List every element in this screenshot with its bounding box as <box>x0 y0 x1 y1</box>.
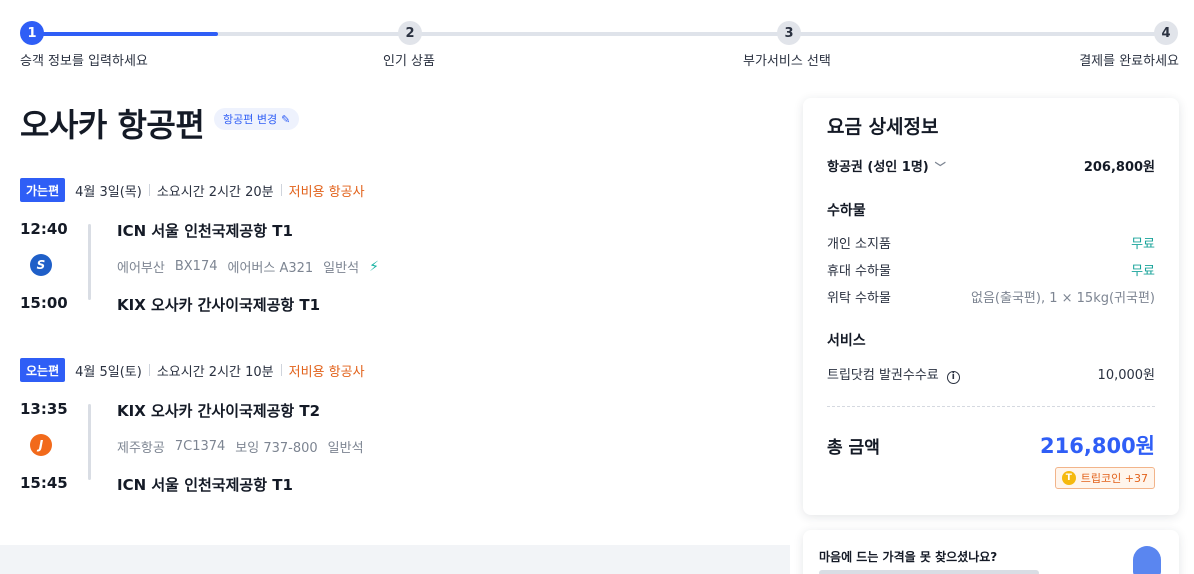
inbound-aircraft: 보잉 737-800 <box>235 441 318 456</box>
baggage-title: 수하물 <box>827 203 866 219</box>
coin-icon: T <box>1061 471 1076 485</box>
step-3-label: 부가서비스 선택 <box>743 54 831 69</box>
service-value: 10,000원 <box>1097 368 1155 384</box>
baggage-label: 휴대 수하물 <box>827 264 891 279</box>
bottom-section-background <box>0 545 790 574</box>
service-row: 트립닷컴 발권수수료 i 10,000원 <box>827 364 1155 384</box>
inbound-badge: 오는편 <box>20 358 66 382</box>
baggage-row: 휴대 수하물 무료 <box>827 260 1155 279</box>
stepper-progress-fill <box>32 32 218 36</box>
lightning-icon: ⚡ <box>369 258 379 275</box>
outbound-airline: 에어부산 <box>117 261 165 276</box>
baggage-value: 무료 <box>1131 237 1155 252</box>
baggage-row: 개인 소지품 무료 <box>827 233 1155 252</box>
trip-coin-badge: T 트립코인 +37 <box>1054 467 1155 489</box>
step-3-dot: 3 <box>777 21 801 45</box>
step-1-dot: 1 <box>20 21 44 45</box>
chevron-down-icon: ﹀ <box>934 161 946 174</box>
inbound-arrival-time: 15:45 <box>20 474 68 492</box>
outbound-flight: 가는편 4월 3일(목) 소요시간 2시간 20분 저비용 항공사 12:40 … <box>20 178 780 324</box>
inbound-carrier-type: 저비용 항공사 <box>288 364 365 380</box>
outbound-arrival-airport: KIX 오사카 간사이국제공항 T1 <box>117 296 321 314</box>
bell-icon <box>1133 546 1161 574</box>
inbound-airline: 제주항공 <box>117 441 165 456</box>
inbound-cabin: 일반석 <box>327 441 364 456</box>
route-line <box>88 224 91 300</box>
jeju-air-logo-icon: J <box>30 434 52 456</box>
divider <box>280 364 282 376</box>
service-title: 서비스 <box>827 333 866 349</box>
price-alert-promo[interactable]: 마음에 드는 가격을 못 찾으셨나요? <box>803 530 1179 574</box>
coin-label: 트립코인 +37 <box>1080 472 1148 485</box>
route-line <box>88 404 91 480</box>
step-4-label: 결제를 완료하세요 <box>1079 54 1179 69</box>
info-icon[interactable]: i <box>946 370 960 384</box>
step-4-dot: 4 <box>1154 21 1178 45</box>
baggage-value: 없음(출국편), 1 × 15kg(귀국편) <box>971 291 1155 306</box>
divider <box>148 184 150 196</box>
step-2-dot: 2 <box>398 21 422 45</box>
ticket-row[interactable]: 항공권 (성인 1명) ﹀ 206,800원 <box>827 156 1155 175</box>
pencil-icon: ✎ <box>281 112 291 126</box>
air-busan-logo-icon: S <box>30 254 52 276</box>
outbound-flight-number: BX174 <box>174 259 218 274</box>
ticket-value: 206,800원 <box>1083 160 1155 175</box>
fare-details-panel: 요금 상세정보 항공권 (성인 1명) ﹀ 206,800원 수하물 개인 소지품… <box>803 98 1179 515</box>
page-title: 오사카 항공편 <box>20 106 205 144</box>
inbound-flight-number: 7C1374 <box>174 439 226 454</box>
inbound-departure-time: 13:35 <box>20 400 68 418</box>
inbound-date: 4월 5일(토) <box>75 364 142 380</box>
outbound-departure-time: 12:40 <box>20 220 68 238</box>
baggage-value: 무료 <box>1131 264 1155 279</box>
service-label: 트립닷컴 발권수수료 <box>827 368 939 383</box>
progress-stepper: 1 2 3 4 승객 정보를 입력하세요 인기 상품 부가서비스 선택 결제를 … <box>0 0 1194 80</box>
divider <box>827 406 1155 407</box>
inbound-flight-info: 제주항공 7C1374 보잉 737-800 일반석 <box>117 437 364 456</box>
change-flight-button[interactable]: 항공편 변경 ✎ <box>214 108 300 130</box>
outbound-aircraft: 에어버스 A321 <box>227 261 314 276</box>
step-1-label: 승객 정보를 입력하세요 <box>20 54 148 69</box>
fare-title: 요금 상세정보 <box>827 116 939 138</box>
promo-text: 마음에 드는 가격을 못 찾으셨나요? <box>819 550 998 564</box>
promo-subtext-placeholder <box>819 570 1039 574</box>
inbound-flight: 오는편 4월 5일(토) 소요시간 2시간 10분 저비용 항공사 13:35 … <box>20 358 780 504</box>
baggage-label: 개인 소지품 <box>827 237 891 252</box>
step-2-label: 인기 상품 <box>383 54 435 69</box>
outbound-duration: 소요시간 2시간 20분 <box>156 184 274 200</box>
baggage-row: 위탁 수하물 없음(출국편), 1 × 15kg(귀국편) <box>827 287 1155 306</box>
ticket-label: 항공권 (성인 1명) <box>827 160 929 175</box>
outbound-departure-airport: ICN 서울 인천국제공항 T1 <box>117 222 293 240</box>
inbound-duration: 소요시간 2시간 10분 <box>156 364 274 380</box>
outbound-flight-info: 에어부산 BX174 에어버스 A321 일반석 ⚡ <box>117 257 379 277</box>
outbound-date: 4월 3일(목) <box>75 184 142 200</box>
outbound-cabin: 일반석 <box>323 261 360 276</box>
inbound-arrival-airport: ICN 서울 인천국제공항 T1 <box>117 476 293 494</box>
outbound-arrival-time: 15:00 <box>20 294 68 312</box>
total-value: 216,800원 <box>1040 434 1155 458</box>
change-flight-label: 항공편 변경 <box>223 113 278 126</box>
baggage-label: 위탁 수하물 <box>827 291 891 306</box>
inbound-departure-airport: KIX 오사카 간사이국제공항 T2 <box>117 402 321 420</box>
outbound-carrier-type: 저비용 항공사 <box>288 184 365 200</box>
divider <box>280 184 282 196</box>
outbound-badge: 가는편 <box>20 178 66 202</box>
divider <box>148 364 150 376</box>
total-label: 총 금액 <box>827 438 880 458</box>
